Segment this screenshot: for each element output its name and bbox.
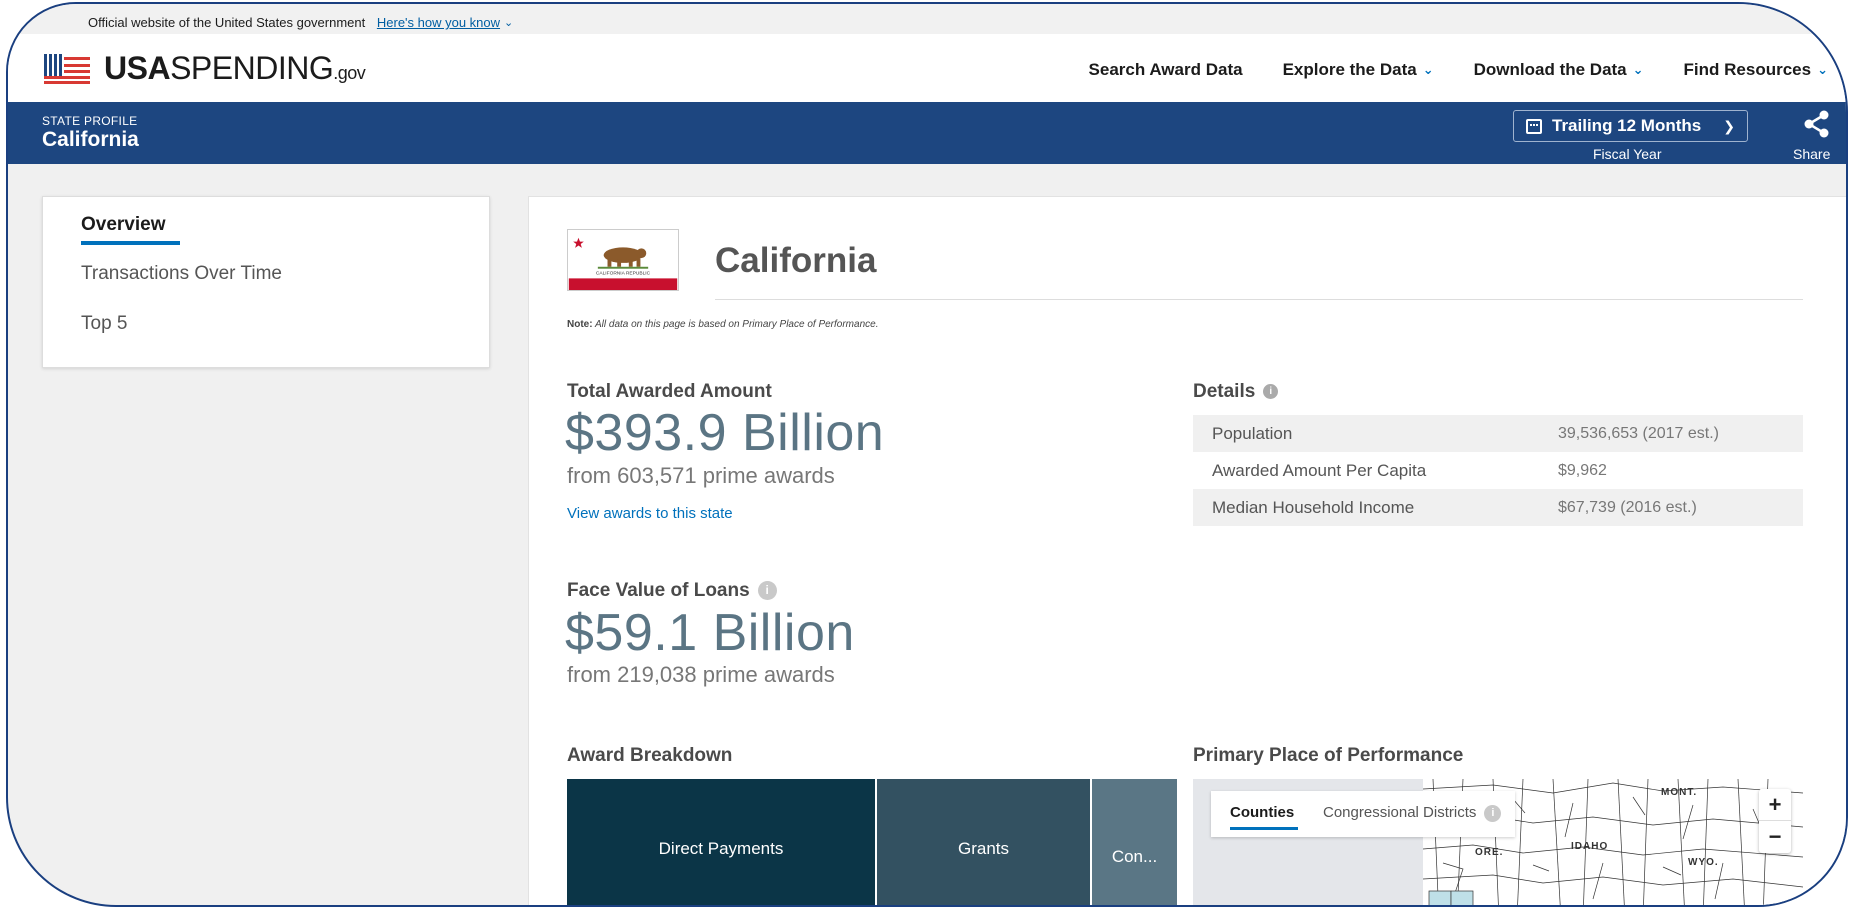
map-state-label: ORE.: [1475, 847, 1504, 858]
gov-banner: Official website of the United States go…: [8, 4, 1846, 34]
usaspending-logo[interactable]: USASPENDING.gov: [44, 50, 366, 87]
details-row: Population 39,536,653 (2017 est.): [1193, 415, 1803, 452]
award-breakdown-treemap: Direct Payments Grants Con...: [567, 779, 1177, 905]
main-nav: Search Award Data Explore the Data ⌄ Down…: [1089, 60, 1846, 80]
info-icon[interactable]: i: [1484, 804, 1502, 822]
map-state-label: IDAHO: [1571, 841, 1609, 852]
share-button-label[interactable]: Share: [1793, 146, 1830, 162]
browser-frame: Official website of the United States go…: [6, 2, 1848, 907]
chevron-down-icon: ⌄: [1632, 62, 1644, 77]
fiscal-year-selected: Trailing 12 Months: [1552, 116, 1702, 135]
state-title: California: [715, 241, 877, 280]
treemap-cell-contracts[interactable]: Con...: [1092, 779, 1177, 905]
chevron-down-icon: ⌄: [1817, 62, 1828, 77]
tab-congressional-districts[interactable]: Congressional Districts i: [1323, 804, 1502, 822]
treemap-cell-direct-payments[interactable]: Direct Payments: [567, 779, 877, 905]
nav-explore-the-data[interactable]: Explore the Data ⌄: [1283, 60, 1434, 80]
details-row: Median Household Income $67,739 (2016 es…: [1193, 489, 1803, 526]
sidebar-item-top-5[interactable]: Top 5: [81, 313, 127, 335]
details-row-value: 39,536,653 (2017 est.): [1558, 424, 1720, 442]
calendar-icon: [1526, 118, 1542, 134]
california-flag-image: CALIFORNIA REPUBLIC: [567, 229, 679, 291]
details-row-label: Median Household Income: [1212, 497, 1415, 517]
treemap-cell-grants[interactable]: Grants: [877, 779, 1092, 905]
data-note: Note: All data on this page is based on …: [567, 319, 879, 330]
total-awarded-subtext: from 603,571 prime awards: [567, 463, 835, 488]
sidebar-item-overview[interactable]: Overview: [81, 214, 166, 236]
info-icon[interactable]: i: [757, 581, 777, 601]
details-row-label: Awarded Amount Per Capita: [1212, 460, 1427, 480]
section-sidebar: Overview Transactions Over Time Top 5: [42, 196, 490, 368]
zoom-out-button[interactable]: −: [1759, 821, 1791, 853]
state-profile-bar: STATE PROFILE California Trailing 12 Mon…: [8, 102, 1846, 164]
state-profile-eyebrow: STATE PROFILE: [42, 114, 138, 128]
total-awarded-label: Total Awarded Amount: [567, 381, 772, 402]
fiscal-year-select[interactable]: Trailing 12 Months ❯: [1513, 110, 1748, 142]
divider: [715, 299, 1803, 300]
active-tab-underline: [1230, 827, 1298, 830]
map-zoom-controls: + −: [1759, 789, 1791, 853]
primary-place-label: Primary Place of Performance: [1193, 745, 1464, 766]
flag-lettering: CALIFORNIA REPUBLIC: [596, 271, 651, 277]
sidebar-item-transactions-over-time[interactable]: Transactions Over Time: [81, 263, 282, 285]
details-row-value: $67,739 (2016 est.): [1558, 498, 1697, 516]
state-overview-panel: CALIFORNIA REPUBLIC California Note: All…: [528, 196, 1846, 905]
place-of-performance-map[interactable]: MONT. ORE. IDAHO WYO. Counties Congressi…: [1193, 779, 1803, 905]
map-state-label: WYO.: [1688, 857, 1719, 868]
heres-how-you-know-link[interactable]: Here's how you know: [377, 15, 500, 30]
total-awarded-value: $393.9 Billion: [565, 404, 885, 462]
details-table: Population 39,536,653 (2017 est.) Awarde…: [1193, 415, 1803, 526]
details-row: Awarded Amount Per Capita $9,962: [1193, 452, 1803, 489]
share-icon[interactable]: [1803, 110, 1831, 138]
info-icon[interactable]: i: [1263, 384, 1279, 400]
active-item-underline: [81, 241, 180, 245]
zoom-in-button[interactable]: +: [1759, 789, 1791, 821]
details-row-value: $9,962: [1558, 461, 1607, 479]
map-scope-tabs: Counties Congressional Districts i: [1211, 791, 1515, 837]
map-state-label: MONT.: [1661, 787, 1698, 798]
chevron-down-icon: ❯: [1723, 117, 1735, 134]
gov-banner-text: Official website of the United States go…: [88, 15, 366, 30]
logo-wordmark: USASPENDING.gov: [104, 50, 366, 86]
face-value-loans-label: Face Value of Loans i: [567, 580, 777, 602]
view-awards-link[interactable]: View awards to this state: [567, 505, 733, 522]
face-value-loans-value: $59.1 Billion: [565, 604, 855, 662]
face-value-loans-subtext: from 219,038 prime awards: [567, 662, 835, 687]
nav-search-award-data[interactable]: Search Award Data: [1089, 60, 1243, 80]
details-row-label: Population: [1212, 423, 1293, 443]
fiscal-year-caption: Fiscal Year: [1593, 146, 1662, 162]
details-label: Details i: [1193, 381, 1279, 403]
site-header: USASPENDING.gov Search Award Data Explor…: [8, 34, 1846, 102]
chevron-down-icon: ⌄: [1422, 62, 1434, 77]
nav-download-the-data[interactable]: Download the Data ⌄: [1474, 60, 1644, 80]
award-breakdown-label: Award Breakdown: [567, 745, 733, 766]
flag-logo-icon: [44, 53, 90, 84]
nav-find-resources[interactable]: Find Resources ⌄: [1684, 60, 1828, 80]
state-profile-name: California: [42, 128, 139, 151]
tab-counties[interactable]: Counties: [1230, 804, 1294, 821]
chevron-down-icon[interactable]: ⌄: [504, 16, 513, 29]
